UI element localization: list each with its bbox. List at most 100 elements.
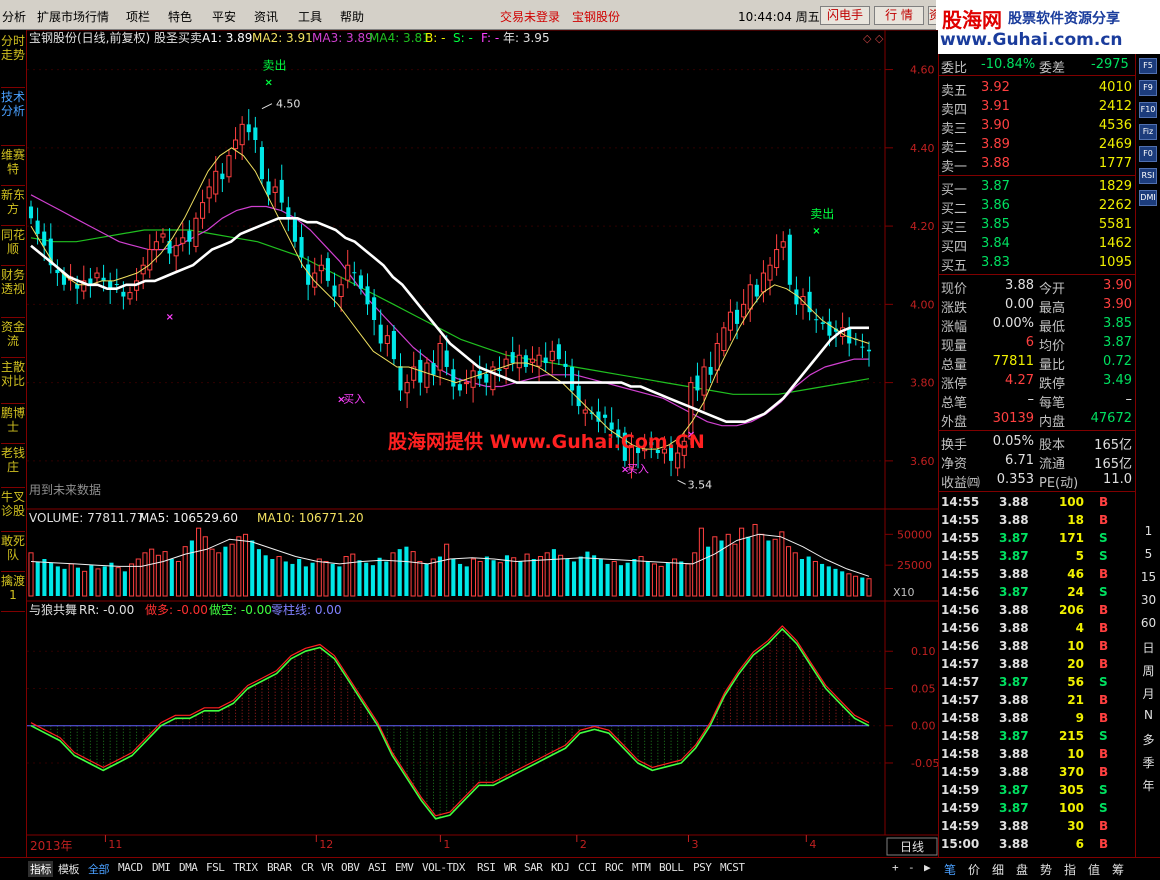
tick-price: 3.88 — [999, 657, 1029, 671]
volume-bar — [95, 568, 101, 597]
indicator-tab-15[interactable]: RSI — [477, 861, 496, 874]
left-tab-0[interactable]: 分时走势 — [1, 32, 25, 88]
left-tab-1[interactable]: 技术分析 — [1, 88, 25, 146]
indicator-tab-8[interactable]: BRAR — [267, 861, 292, 874]
right-icon-2[interactable]: F10 — [1139, 102, 1157, 118]
left-tab-11[interactable]: 敢死队 — [1, 532, 25, 572]
tick-row: 14:57 3.88 21 B — [939, 692, 1136, 710]
indicator-tab-20[interactable]: ROC — [605, 861, 624, 874]
period-btn-0[interactable]: 1 — [1136, 524, 1160, 538]
indicator-tab-2[interactable]: 全部 — [88, 861, 110, 877]
period-btn-6[interactable]: 周 — [1136, 662, 1160, 679]
period-btn-2[interactable]: 15 — [1136, 570, 1160, 584]
left-tab-6[interactable]: 资金流 — [1, 318, 25, 358]
indicator-tab-13[interactable]: EMV — [395, 861, 414, 874]
trade-status[interactable]: 交易未登录 — [500, 8, 560, 25]
left-tab-4[interactable]: 同花顺 — [1, 226, 25, 266]
tick-row: 14:55 3.87 171 S — [939, 530, 1136, 548]
menu-special[interactable]: 特色 — [168, 8, 192, 25]
menu-analysis[interactable]: 分析 — [2, 8, 26, 25]
indicator-tab-19[interactable]: CCI — [578, 861, 597, 874]
quote-tab-6[interactable]: 值 — [1088, 861, 1100, 878]
left-tab-8[interactable]: 鹏博士 — [1, 404, 25, 444]
indicator-tab-17[interactable]: SAR — [524, 861, 543, 874]
indicator-tab-23[interactable]: PSY — [693, 861, 712, 874]
nav-btn-0[interactable]: + — [892, 861, 899, 874]
tick-time: 14:55 — [941, 567, 980, 581]
stat-row: 现量 6 均价 3.87 — [939, 334, 1136, 354]
tick-time: 14:55 — [941, 531, 980, 545]
indicator-tab-0[interactable]: 指标 — [28, 861, 53, 877]
chart-area[interactable]: 宝钢股份(日线,前复权) 股圣买卖 A1: 3.89 MA2: 3.91 MA3… — [27, 30, 938, 857]
stat-value: 3.87 — [1103, 335, 1132, 350]
nav-btn-2[interactable]: ▶ — [924, 861, 931, 874]
fin-label: 换手 — [941, 438, 968, 453]
quote-tab-4[interactable]: 势 — [1040, 861, 1052, 878]
indicator-tab-1[interactable]: 模板 — [58, 861, 80, 877]
left-tab-12[interactable]: 擒渡1 — [1, 572, 25, 612]
indicator-tab-5[interactable]: DMA — [179, 861, 198, 874]
menu-tools[interactable]: 工具 — [298, 8, 322, 25]
left-tab-9[interactable]: 老钱庄 — [1, 444, 25, 488]
menu-extended-market[interactable]: 扩展市场行情 — [37, 8, 109, 25]
corner-icons[interactable]: ◇ ◇ — [863, 32, 884, 45]
candle-body — [173, 245, 179, 257]
period-btn-9[interactable]: 多 — [1136, 731, 1160, 748]
right-icon-0[interactable]: F5 — [1139, 58, 1157, 74]
period-btn-8[interactable]: N — [1136, 708, 1160, 722]
indicator-tab-14[interactable]: VOL-TDX — [422, 861, 465, 874]
quote-tab-1[interactable]: 价 — [968, 861, 980, 878]
ask-vol: 1777 — [1098, 156, 1132, 171]
right-icon-1[interactable]: F9 — [1139, 80, 1157, 96]
period-btn-11[interactable]: 年 — [1136, 777, 1160, 794]
left-tab-5[interactable]: 财务透视 — [1, 266, 25, 318]
indicator-tab-10[interactable]: VR — [321, 861, 334, 874]
nav-btn-1[interactable]: - — [908, 861, 915, 874]
indicator-tab-9[interactable]: CR — [301, 861, 314, 874]
month-label-0: 11 — [108, 838, 122, 851]
indicator-tab-11[interactable]: OBV — [341, 861, 360, 874]
bid-row: 买五 3.83 1095 — [939, 254, 1136, 274]
right-icon-6[interactable]: DMI — [1139, 190, 1157, 206]
right-icon-5[interactable]: RSI — [1139, 168, 1157, 184]
indicator-tab-7[interactable]: TRIX — [233, 861, 258, 874]
quote-tab-2[interactable]: 细 — [992, 861, 1004, 878]
indicator-tab-3[interactable]: MACD — [118, 861, 143, 874]
period-btn-3[interactable]: 30 — [1136, 593, 1160, 607]
quote-tab-0[interactable]: 笔 — [944, 861, 956, 878]
left-tab-10[interactable]: 牛叉诊股 — [1, 488, 25, 532]
volume-bar — [35, 561, 40, 596]
indicator-tab-4[interactable]: DMI — [152, 861, 171, 874]
period-btn-1[interactable]: 5 — [1136, 547, 1160, 561]
period-btn-7[interactable]: 月 — [1136, 685, 1160, 702]
indicator-tab-21[interactable]: MTM — [632, 861, 651, 874]
period-btn-10[interactable]: 季 — [1136, 754, 1160, 771]
indicator-tab-6[interactable]: FSL — [206, 861, 225, 874]
quote-button[interactable]: 行 情 — [874, 6, 924, 25]
candle-body — [529, 358, 536, 363]
indicator-tab-24[interactable]: MCST — [720, 861, 745, 874]
indicator-tab-12[interactable]: ASI — [368, 861, 387, 874]
indicator-tab-18[interactable]: KDJ — [551, 861, 570, 874]
fin-value: 6.71 — [1005, 453, 1034, 468]
left-tab-2[interactable]: 维赛特 — [1, 146, 25, 186]
menu-columns[interactable]: 项栏 — [126, 8, 150, 25]
left-tab-7[interactable]: 主散对比 — [1, 358, 25, 404]
indicator-tab-16[interactable]: WR — [504, 861, 517, 874]
menu-news[interactable]: 资讯 — [254, 8, 278, 25]
period-btn-4[interactable]: 60 — [1136, 616, 1160, 630]
tick-price: 3.88 — [999, 639, 1029, 653]
quote-tab-3[interactable]: 盘 — [1016, 861, 1028, 878]
flash-trade-button[interactable]: 闪电手 — [820, 6, 870, 25]
buy-signal-label: 买入 — [343, 392, 365, 405]
period-btn-5[interactable]: 日 — [1136, 639, 1160, 656]
stat-value: 47672 — [1090, 411, 1132, 426]
quote-tab-7[interactable]: 筹 — [1112, 861, 1124, 878]
indicator-tab-22[interactable]: BOLL — [659, 861, 684, 874]
quote-tab-5[interactable]: 指 — [1064, 861, 1076, 878]
right-icon-3[interactable]: Fiz — [1139, 124, 1157, 140]
left-tab-3[interactable]: 新东方 — [1, 186, 25, 226]
right-icon-4[interactable]: F0 — [1139, 146, 1157, 162]
menu-help[interactable]: 帮助 — [340, 8, 364, 25]
menu-pingan[interactable]: 平安 — [212, 8, 236, 25]
